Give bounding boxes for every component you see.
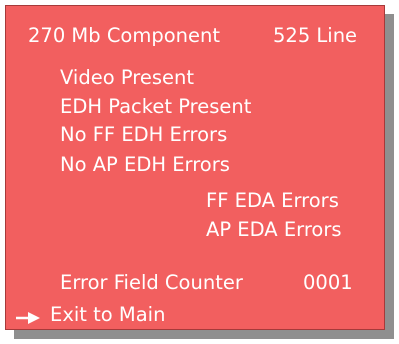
status-no-ff-edh-errors: No FF EDH Errors: [60, 123, 228, 146]
status-ap-eda-errors: AP EDA Errors: [206, 218, 342, 241]
status-video-present: Video Present: [60, 66, 194, 89]
edh-status-panel: 270 Mb Component 525 Line Video Present …: [5, 5, 385, 330]
status-ff-eda-errors: FF EDA Errors: [206, 189, 339, 212]
error-field-counter-value: 0001: [303, 271, 353, 294]
panel-title: 270 Mb Component: [28, 24, 221, 47]
exit-to-main-item[interactable]: Exit to Main: [50, 303, 165, 327]
status-no-ap-edh-errors: No AP EDH Errors: [60, 153, 230, 176]
error-field-counter-label: Error Field Counter: [60, 271, 243, 294]
status-edh-packet-present: EDH Packet Present: [60, 95, 252, 118]
arrow-right-icon: [14, 309, 42, 327]
line-standard: 525 Line: [273, 24, 358, 47]
